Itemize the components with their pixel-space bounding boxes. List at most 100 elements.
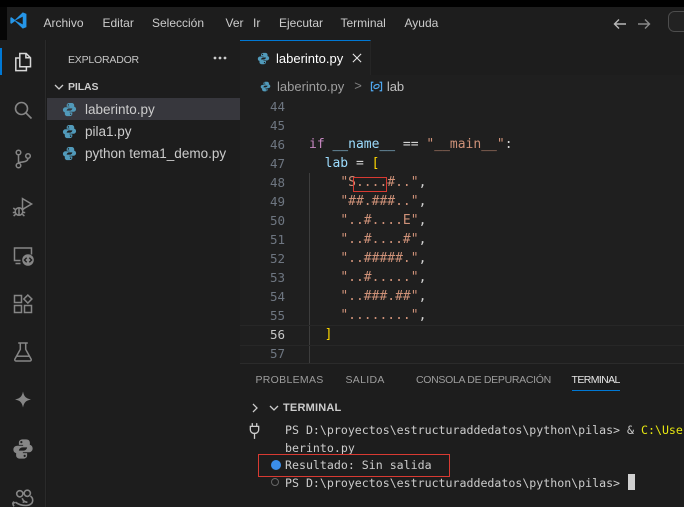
source-control-icon bbox=[11, 147, 35, 171]
line-number: 51 bbox=[240, 230, 285, 249]
code-line-55[interactable]: 55 "........", bbox=[240, 306, 684, 325]
code-token bbox=[309, 175, 340, 190]
code-line-45[interactable]: 45 bbox=[240, 116, 684, 135]
code-token: , bbox=[419, 270, 427, 285]
activity-source-control[interactable] bbox=[0, 135, 46, 183]
breadcrumb-symbol[interactable]: lab bbox=[387, 79, 404, 94]
panel-tab-terminal[interactable]: TERMINAL bbox=[572, 364, 620, 397]
terminal-content[interactable]: PS D:\proyectos\estructuraddedatos\pytho… bbox=[240, 419, 684, 507]
code-line-57[interactable]: 57 bbox=[240, 344, 684, 363]
window-left-edge bbox=[0, 7, 7, 40]
account-icon bbox=[11, 486, 35, 507]
breadcrumb-file[interactable]: laberinto.py bbox=[277, 79, 344, 94]
line-content: "..#....E", bbox=[285, 211, 426, 230]
code-line-47[interactable]: 47 lab = [ bbox=[240, 154, 684, 173]
command-center-search[interactable] bbox=[668, 11, 684, 32]
close-icon[interactable] bbox=[351, 52, 363, 64]
beaker-icon bbox=[11, 340, 35, 364]
python-file-icon bbox=[62, 102, 77, 117]
panel-tab-label: CONSOLA DE DEPURACIÓN bbox=[416, 374, 551, 386]
code-editor[interactable]: 444546if __name__ == "__main__":47 lab =… bbox=[240, 97, 684, 363]
code-token: , bbox=[419, 194, 427, 209]
go-back-icon[interactable] bbox=[612, 16, 628, 32]
line-content: lab = [ bbox=[285, 154, 379, 173]
activity-chat[interactable] bbox=[0, 377, 46, 425]
file-name: pila1.py bbox=[85, 124, 132, 139]
file-laberinto-py[interactable]: laberinto.py bbox=[47, 98, 240, 120]
chevron-down-icon bbox=[51, 79, 67, 95]
panel-tab-consola-de-depuraci-n[interactable]: CONSOLA DE DEPURACIÓN bbox=[416, 364, 551, 397]
code-token: , bbox=[419, 175, 427, 190]
file-name: python tema1_demo.py bbox=[85, 146, 226, 161]
code-token: : bbox=[505, 137, 513, 152]
line-number: 55 bbox=[240, 306, 285, 325]
extensions-icon bbox=[11, 292, 35, 316]
python-env-icon bbox=[12, 438, 34, 460]
activity-remote-explorer[interactable] bbox=[0, 232, 46, 280]
section-header-pilas[interactable]: PILAS bbox=[47, 76, 240, 98]
activity-search[interactable] bbox=[0, 86, 46, 134]
activity-python[interactable] bbox=[0, 425, 46, 473]
code-token: "..#....E" bbox=[340, 213, 418, 228]
ellipsis-icon[interactable] bbox=[210, 50, 230, 66]
code-token: "..#....." bbox=[340, 270, 418, 285]
line-content: "..###.##", bbox=[285, 287, 426, 306]
go-forward-icon[interactable] bbox=[636, 16, 652, 32]
python-file-icon bbox=[260, 81, 271, 92]
code-token bbox=[309, 156, 325, 171]
code-line-49[interactable]: 49 "##.###..", bbox=[240, 192, 684, 211]
chevron-right-icon[interactable] bbox=[247, 400, 263, 416]
tab-label: laberinto.py bbox=[276, 51, 343, 66]
line-content bbox=[285, 97, 309, 116]
chevron-down-icon[interactable] bbox=[266, 400, 282, 416]
activity-explorer[interactable] bbox=[0, 38, 46, 86]
history-navigation bbox=[612, 7, 652, 40]
code-line-52[interactable]: 52 "..#####.", bbox=[240, 249, 684, 268]
file-python-tema1-demo-py[interactable]: python tema1_demo.py bbox=[47, 142, 240, 164]
activity-run-debug[interactable] bbox=[0, 183, 46, 231]
plug-icon bbox=[248, 422, 261, 440]
menu-ver[interactable]: Ver bbox=[226, 7, 244, 40]
menu-editar[interactable]: Editar bbox=[103, 7, 134, 40]
panel-tab-salida[interactable]: SALIDA bbox=[346, 364, 385, 397]
menu-ayuda[interactable]: Ayuda bbox=[405, 7, 439, 40]
files-icon bbox=[11, 50, 35, 74]
line-content: "..#.....", bbox=[285, 268, 426, 287]
code-line-50[interactable]: 50 "..#....E", bbox=[240, 211, 684, 230]
activity-testing[interactable] bbox=[0, 328, 46, 376]
menu-ir[interactable]: Ir bbox=[253, 7, 260, 40]
code-token: lab bbox=[325, 156, 348, 171]
panel-tab-label: SALIDA bbox=[346, 374, 385, 386]
terminal-row-1: PS D:\proyectos\estructuraddedatos\pytho… bbox=[285, 422, 684, 440]
code-line-48[interactable]: 48 "S....#..", bbox=[240, 173, 684, 192]
sparkle-icon bbox=[11, 389, 35, 413]
title-bar: Archivo Editar Selección Ver Ir Ejecutar Termi… bbox=[7, 7, 684, 40]
code-line-54[interactable]: 54 "..###.##", bbox=[240, 287, 684, 306]
code-line-51[interactable]: 51 "..#....#", bbox=[240, 230, 684, 249]
file-name: laberinto.py bbox=[85, 102, 155, 117]
command-decoration-default[interactable] bbox=[271, 478, 279, 486]
menu-ejecutar[interactable]: Ejecutar bbox=[279, 7, 323, 40]
line-content: "..#####.", bbox=[285, 249, 426, 268]
code-line-46[interactable]: 46if __name__ == "__main__": bbox=[240, 135, 684, 154]
code-token: ] bbox=[325, 327, 333, 342]
line-content: "##.###..", bbox=[285, 192, 426, 211]
terminal-segment: & bbox=[627, 423, 641, 437]
code-line-53[interactable]: 53 "..#.....", bbox=[240, 268, 684, 287]
code-token bbox=[309, 327, 325, 342]
activity-extensions[interactable] bbox=[0, 280, 46, 328]
line-number: 48 bbox=[240, 173, 285, 192]
code-line-56[interactable]: 56 ] bbox=[240, 325, 684, 344]
code-token: "..#####." bbox=[340, 251, 418, 266]
menu-selección[interactable]: Selección bbox=[152, 7, 204, 40]
code-line-44[interactable]: 44 bbox=[240, 97, 684, 116]
menu-archivo[interactable]: Archivo bbox=[44, 7, 84, 40]
file-pila1-py[interactable]: pila1.py bbox=[47, 120, 240, 142]
remote-icon bbox=[11, 244, 35, 268]
activity-accounts[interactable] bbox=[0, 474, 46, 507]
panel-tab-problemas[interactable]: PROBLEMAS bbox=[256, 364, 324, 397]
line-number: 50 bbox=[240, 211, 285, 230]
annotation-red-box-terminal bbox=[258, 454, 450, 477]
line-content bbox=[285, 116, 309, 135]
menu-terminal[interactable]: Terminal bbox=[341, 7, 386, 40]
